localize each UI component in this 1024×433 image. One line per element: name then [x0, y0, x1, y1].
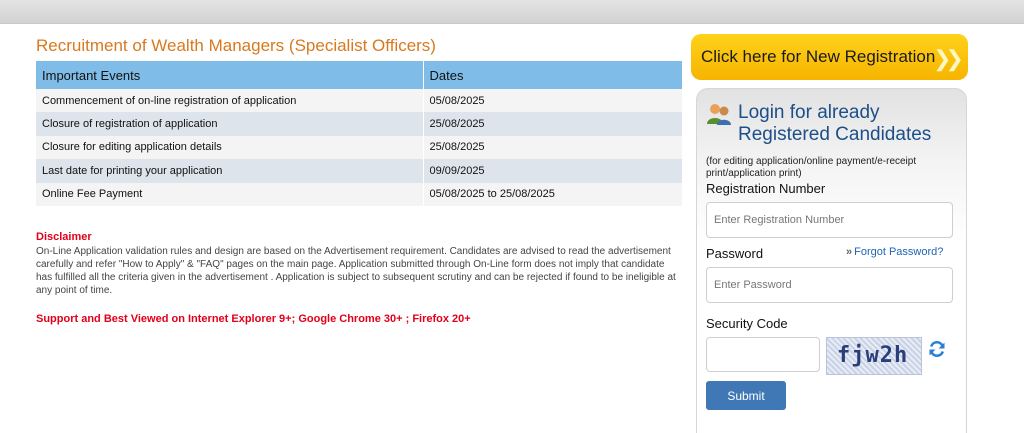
double-chevron-right-icon: » — [846, 246, 852, 258]
important-events-table: Important Events Dates Commencement of o… — [36, 61, 682, 206]
password-input[interactable] — [706, 267, 953, 303]
date-cell: 05/08/2025 to 25/08/2025 — [423, 182, 682, 206]
refresh-icon[interactable] — [928, 340, 946, 358]
captcha-text: fjw2h — [837, 343, 909, 368]
table-row: Last date for printing your application … — [36, 159, 682, 183]
table-row: Online Fee Payment 05/08/2025 to 25/08/2… — [36, 182, 682, 206]
header-dates: Dates — [423, 61, 682, 89]
event-cell: Closure for editing application details — [36, 135, 424, 160]
date-cell: 05/08/2025 — [423, 89, 682, 113]
login-panel: Login for already Registered Candidates … — [696, 88, 967, 433]
new-registration-button[interactable]: Click here for New Registration ❯❯ — [691, 34, 968, 80]
event-cell: Closure of registration of application — [36, 112, 424, 136]
disclaimer-text: On-Line Application validation rules and… — [36, 246, 676, 296]
event-cell: Online Fee Payment — [36, 182, 424, 206]
date-cell: 25/08/2025 — [423, 135, 682, 160]
captcha-image: fjw2h — [826, 337, 922, 375]
table-row: Commencement of on-line registration of … — [36, 89, 682, 113]
event-cell: Commencement of on-line registration of … — [36, 89, 424, 113]
table-row: Closure for editing application details … — [36, 135, 682, 160]
security-code-input[interactable] — [706, 337, 820, 372]
page-title: Recruitment of Wealth Managers (Speciali… — [36, 36, 436, 55]
header-important-events: Important Events — [36, 61, 424, 89]
password-label: Password — [706, 246, 764, 261]
submit-button[interactable]: Submit — [706, 381, 786, 410]
disclaimer-title: Disclaimer — [36, 231, 92, 243]
new-registration-label: Click here for New Registration — [701, 47, 936, 66]
forgot-password-link[interactable]: » Forgot Password? — [846, 246, 943, 258]
top-bar — [0, 0, 1024, 24]
registration-number-input[interactable] — [706, 202, 953, 238]
double-chevron-right-icon: ❯❯ — [933, 46, 964, 71]
registration-number-label: Registration Number — [706, 181, 826, 196]
login-subtitle: (for editing application/online payment/… — [706, 156, 917, 179]
event-cell: Last date for printing your application — [36, 159, 424, 183]
forgot-password-label: Forgot Password? — [854, 246, 944, 258]
login-title: Login for already Registered Candidates — [738, 102, 932, 145]
date-cell: 09/09/2025 — [423, 159, 682, 183]
date-cell: 25/08/2025 — [423, 112, 682, 136]
table-row: Closure of registration of application 2… — [36, 112, 682, 136]
browser-support-note: Support and Best Viewed on Internet Expl… — [36, 313, 471, 325]
security-code-label: Security Code — [706, 316, 788, 331]
users-icon — [707, 104, 731, 125]
